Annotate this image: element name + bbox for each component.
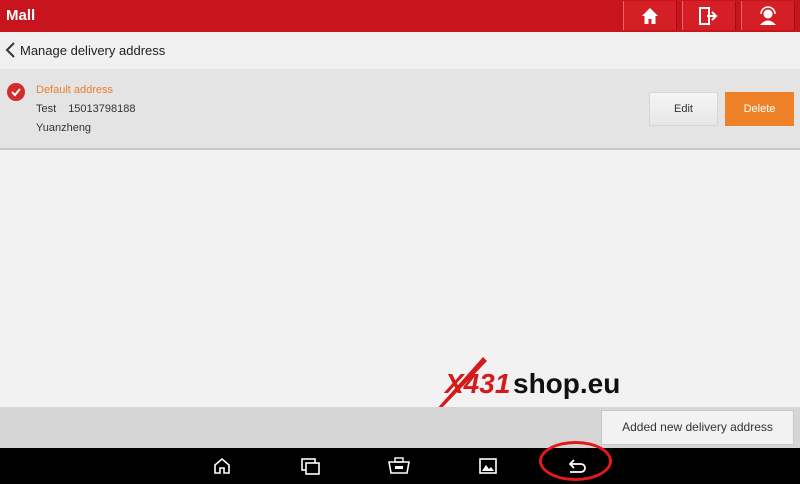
user-support-icon bbox=[760, 5, 776, 25]
app-title: Mall bbox=[6, 7, 36, 24]
system-nav-bar bbox=[0, 448, 800, 484]
top-bar: Mall bbox=[0, 0, 800, 32]
delete-button[interactable]: Delete bbox=[725, 92, 794, 126]
contact-name: Test bbox=[36, 103, 57, 115]
back-arrow-icon bbox=[568, 459, 586, 473]
address-card[interactable]: Default address Test 15013798188 Yuanzhen… bbox=[0, 69, 800, 150]
home-icon bbox=[642, 7, 658, 24]
exit-icon bbox=[699, 6, 718, 25]
nav-back-button[interactable] bbox=[563, 454, 589, 478]
watermark-part2: shop.eu bbox=[513, 368, 620, 399]
exit-button[interactable] bbox=[682, 1, 736, 30]
contact-phone: 15013798188 bbox=[68, 103, 136, 115]
nav-home-button[interactable] bbox=[209, 454, 235, 478]
vci-connector-icon bbox=[388, 457, 410, 474]
recent-apps-icon bbox=[301, 458, 320, 475]
edit-button[interactable]: Edit bbox=[649, 92, 718, 126]
nav-gallery-button[interactable] bbox=[475, 454, 501, 478]
watermark-logo: X431 shop.eu bbox=[435, 357, 620, 411]
add-new-address-button[interactable]: Added new delivery address bbox=[601, 410, 794, 445]
home-outline-icon bbox=[214, 457, 230, 474]
nav-vci-button[interactable] bbox=[386, 454, 412, 478]
chevron-left-icon[interactable] bbox=[4, 41, 18, 59]
address-line: Yuanzheng bbox=[36, 122, 92, 134]
nav-recent-apps-button[interactable] bbox=[298, 454, 324, 478]
content-area bbox=[0, 150, 800, 407]
contact-line: Test 15013798188 bbox=[36, 103, 147, 115]
footer-bar: Added new delivery address bbox=[0, 407, 800, 448]
gallery-icon bbox=[479, 458, 497, 474]
default-address-label: Default address bbox=[36, 84, 114, 96]
user-support-button[interactable] bbox=[741, 1, 795, 30]
page-header: Manage delivery address bbox=[0, 32, 800, 69]
page-title: Manage delivery address bbox=[20, 43, 166, 58]
home-button[interactable] bbox=[623, 1, 677, 30]
check-circle-icon[interactable] bbox=[7, 83, 25, 101]
watermark-part1: X431 bbox=[443, 368, 510, 399]
